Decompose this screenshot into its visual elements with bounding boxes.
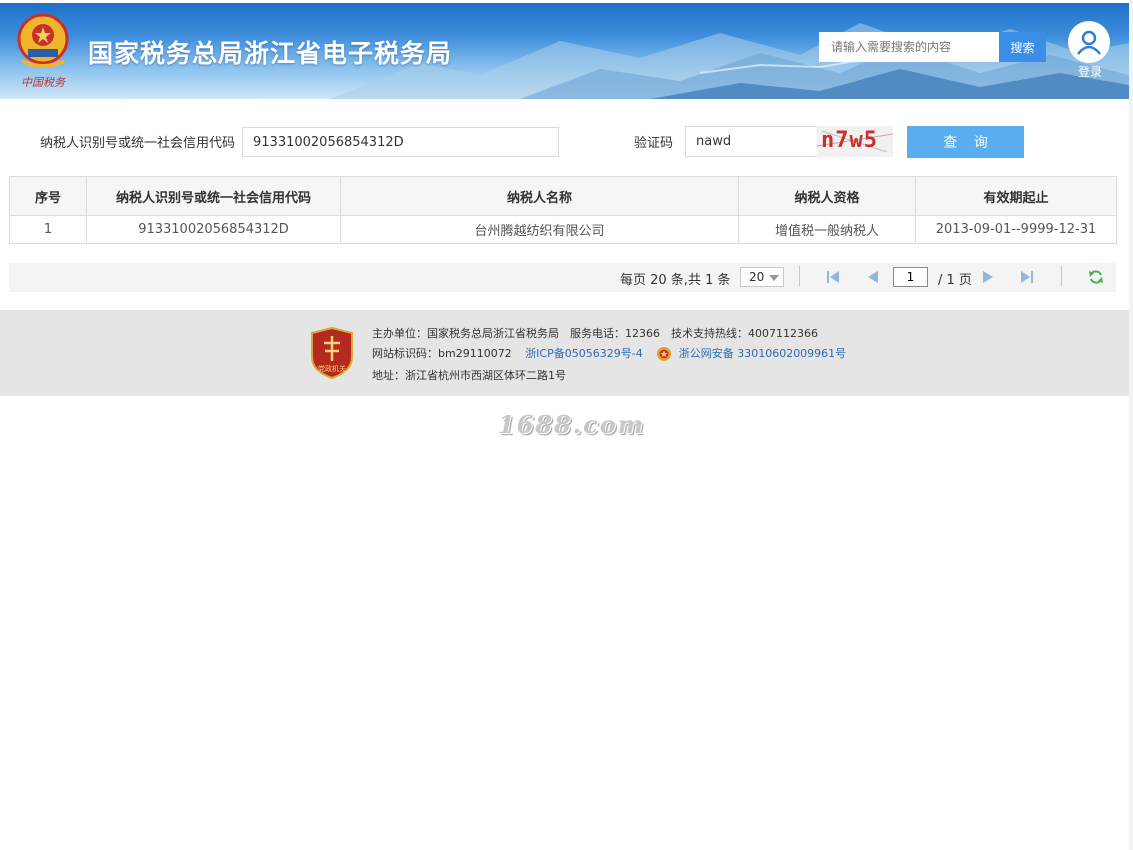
icp-link[interactable]: 浙ICP备05056329号-4 — [525, 347, 643, 360]
prev-page-icon[interactable] — [866, 270, 880, 284]
column-header-index: 序号 — [9, 176, 87, 216]
chevron-down-icon — [769, 275, 779, 281]
tax-emblem-icon: 中国税务 — [17, 13, 69, 89]
cell-index: 1 — [9, 215, 87, 244]
window-edge — [1129, 0, 1133, 850]
police-badge-icon — [657, 347, 672, 361]
captcha-image[interactable]: n7w5 — [817, 126, 893, 157]
pager-divider — [1061, 266, 1062, 286]
table-row: 1 91331002056854312D 台州腾越纺织有限公司 增值税一般纳税人… — [9, 215, 1117, 244]
column-header-qualification: 纳税人资格 — [738, 176, 916, 216]
user-icon — [1077, 30, 1101, 55]
cell-taxpayer-id: 91331002056854312D — [86, 215, 341, 244]
footer-organizer-line: 主办单位：国家税务总局浙江省税务局 服务电话：12366 技术支持热线：4007… — [372, 327, 818, 340]
site-id-text: 网站标识码：bm29110072 — [372, 347, 512, 360]
cell-taxpayer-name: 台州腾越纺织有限公司 — [340, 215, 739, 244]
login-label: 登录 — [1077, 65, 1102, 79]
watermark-text: 1688.com — [498, 410, 646, 439]
page-size-value: 20 — [749, 270, 765, 284]
page-size-select[interactable]: 20 — [740, 267, 784, 287]
user-avatar — [1068, 21, 1110, 63]
captcha-label: 验证码 — [634, 136, 674, 151]
taxpayer-id-input[interactable] — [242, 127, 559, 157]
captcha-input[interactable] — [685, 126, 818, 157]
pagination-bar: 每页 20 条,共 1 条 20 / 1 页 — [9, 263, 1116, 292]
first-page-icon[interactable] — [826, 270, 840, 284]
footer-registration-line: 网站标识码：bm29110072 浙ICP备05056329号-4 浙公网安备 … — [372, 345, 846, 362]
cell-validity: 2013-09-01--9999-12-31 — [915, 215, 1117, 244]
column-header-validity: 有效期起止 — [915, 176, 1117, 216]
total-pages-label: / 1 页 — [938, 273, 972, 288]
next-page-icon[interactable] — [981, 270, 995, 284]
site-search-button[interactable]: 搜索 — [999, 32, 1046, 62]
pagination-summary: 每页 20 条,共 1 条 — [620, 273, 731, 288]
police-record-link[interactable]: 浙公网安备 33010602009961号 — [679, 347, 846, 360]
column-header-taxpayer-name: 纳税人名称 — [340, 176, 739, 216]
emblem-caption: 中国税务 — [21, 76, 66, 89]
taxpayer-id-label: 纳税人识别号或统一社会信用代码 — [40, 136, 236, 151]
result-table: 序号 纳税人识别号或统一社会信用代码 纳税人名称 纳税人资格 有效期起止 1 9… — [9, 176, 1117, 244]
table-header-row: 序号 纳税人识别号或统一社会信用代码 纳税人名称 纳税人资格 有效期起止 — [9, 176, 1117, 216]
current-page-input[interactable] — [893, 267, 928, 287]
cell-qualification: 增值税一般纳税人 — [738, 215, 916, 244]
party-government-badge-icon[interactable]: 党政机关 — [310, 327, 354, 379]
site-footer: 党政机关 主办单位：国家税务总局浙江省税务局 服务电话：12366 技术支持热线… — [0, 310, 1129, 396]
pager-divider — [799, 266, 800, 286]
site-header: 中国税务 国家税务总局浙江省电子税务局 搜索 登录 — [0, 3, 1129, 99]
site-title: 国家税务总局浙江省电子税务局 — [88, 39, 453, 68]
last-page-icon[interactable] — [1020, 270, 1034, 284]
captcha-text: n7w5 — [821, 128, 878, 153]
refresh-icon[interactable] — [1088, 269, 1104, 285]
column-header-taxpayer-id: 纳税人识别号或统一社会信用代码 — [86, 176, 341, 216]
site-search-input[interactable] — [819, 32, 999, 62]
badge-caption: 党政机关 — [318, 364, 346, 373]
footer-address-line: 地址：浙江省杭州市西湖区体环二路1号 — [372, 369, 566, 382]
query-button[interactable]: 查 询 — [907, 126, 1024, 158]
login-button[interactable]: 登录 — [1064, 19, 1116, 83]
page: 中国税务 国家税务总局浙江省电子税务局 搜索 登录 纳税人识别号或统一社会信用代… — [0, 0, 1129, 850]
